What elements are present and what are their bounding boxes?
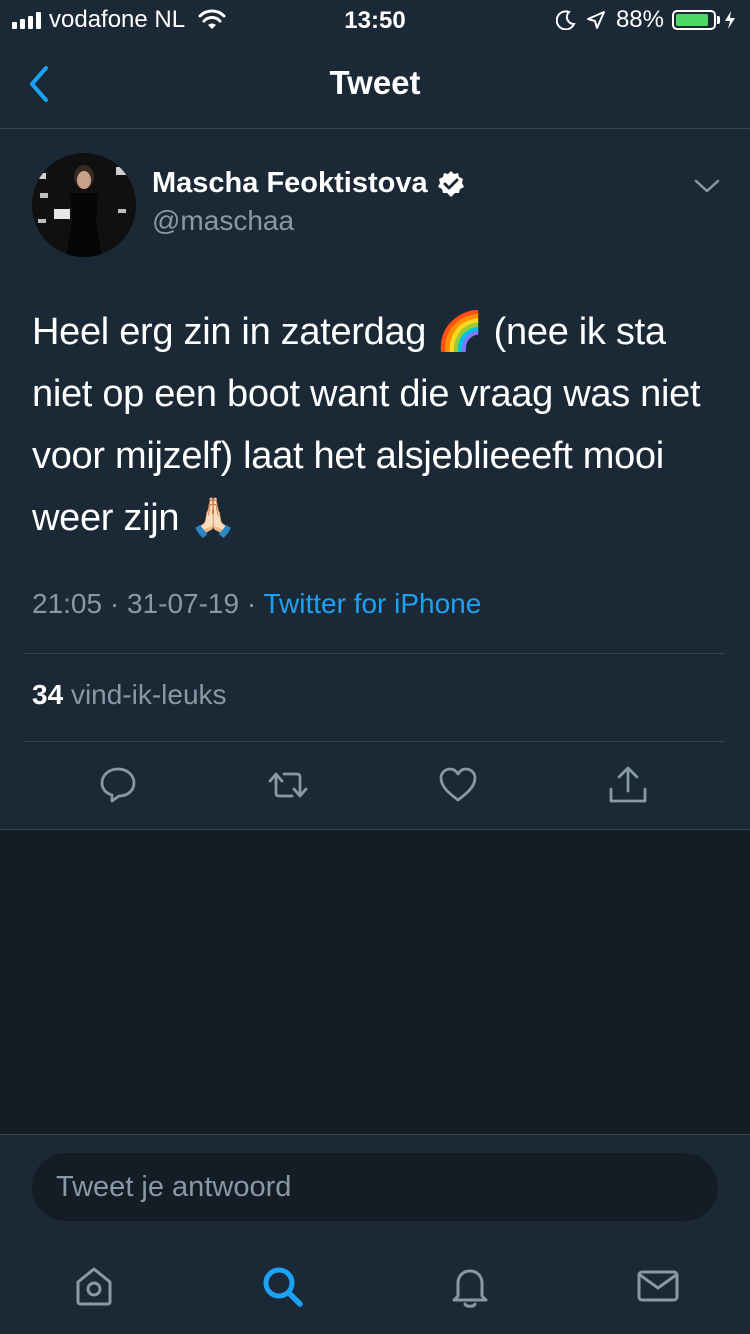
author-name-row: Mascha Feoktistova [152, 167, 466, 200]
messages-icon [637, 1270, 679, 1302]
nav-bar: Tweet [0, 40, 750, 129]
reply-bar [0, 1134, 750, 1245]
page-title: Tweet [329, 64, 421, 101]
chevron-down-icon [694, 179, 720, 193]
avatar-image [32, 153, 136, 257]
likes-count-link[interactable]: 34 vind-ik-leuks [32, 679, 227, 711]
like-button[interactable] [436, 763, 480, 807]
retweet-button[interactable] [266, 763, 310, 807]
battery-percent: 88% [615, 6, 664, 33]
tab-notifications[interactable] [446, 1262, 494, 1310]
author-name[interactable]: Mascha Feoktistova [152, 167, 428, 200]
retweet-icon [268, 772, 308, 798]
tweet-date: 31-07-19 [126, 588, 240, 619]
share-button[interactable] [606, 763, 650, 807]
battery-fill [676, 14, 708, 26]
tweet-detail: Mascha Feoktistova @maschaa Heel erg zin… [0, 129, 750, 830]
reply-input[interactable] [32, 1153, 718, 1221]
home-icon [76, 1267, 112, 1306]
location-arrow-icon [586, 11, 605, 29]
charging-bolt-icon [725, 11, 735, 29]
more-options-button[interactable] [692, 175, 722, 197]
moon-icon [555, 10, 576, 30]
tweet-time: 21:05 [32, 588, 103, 619]
battery-nub [717, 16, 720, 24]
tweet-meta: 21:05 · 31-07-19 · Twitter for iPhone [32, 588, 481, 620]
tweet-actions [0, 759, 750, 811]
meta-separator: · [109, 588, 120, 619]
tweet-text: Heel erg zin in zaterdag 🌈 (nee ik sta n… [32, 311, 701, 539]
reply-icon [100, 767, 136, 803]
notifications-icon [452, 1269, 488, 1308]
reply-button[interactable] [96, 763, 140, 807]
divider [25, 741, 725, 742]
meta-separator: · [246, 588, 257, 619]
search-icon [263, 1267, 303, 1307]
status-bar: vodafone NL 13:50 88% [0, 0, 750, 40]
tab-bar [0, 1244, 750, 1334]
tweet-source-link[interactable]: Twitter for iPhone [263, 588, 481, 619]
avatar[interactable] [32, 153, 136, 257]
battery-icon [672, 10, 716, 30]
tab-home[interactable] [70, 1262, 118, 1310]
share-icon [609, 766, 647, 803]
likes-count: 34 [32, 679, 64, 710]
likes-label: vind-ik-leuks [70, 679, 227, 710]
author-handle[interactable]: @maschaa [152, 205, 294, 237]
status-right: 88% [555, 6, 736, 33]
like-icon [439, 767, 477, 802]
verified-badge-icon [437, 170, 464, 197]
tab-search[interactable] [258, 1262, 306, 1310]
tab-messages[interactable] [634, 1262, 682, 1310]
divider [25, 653, 725, 654]
